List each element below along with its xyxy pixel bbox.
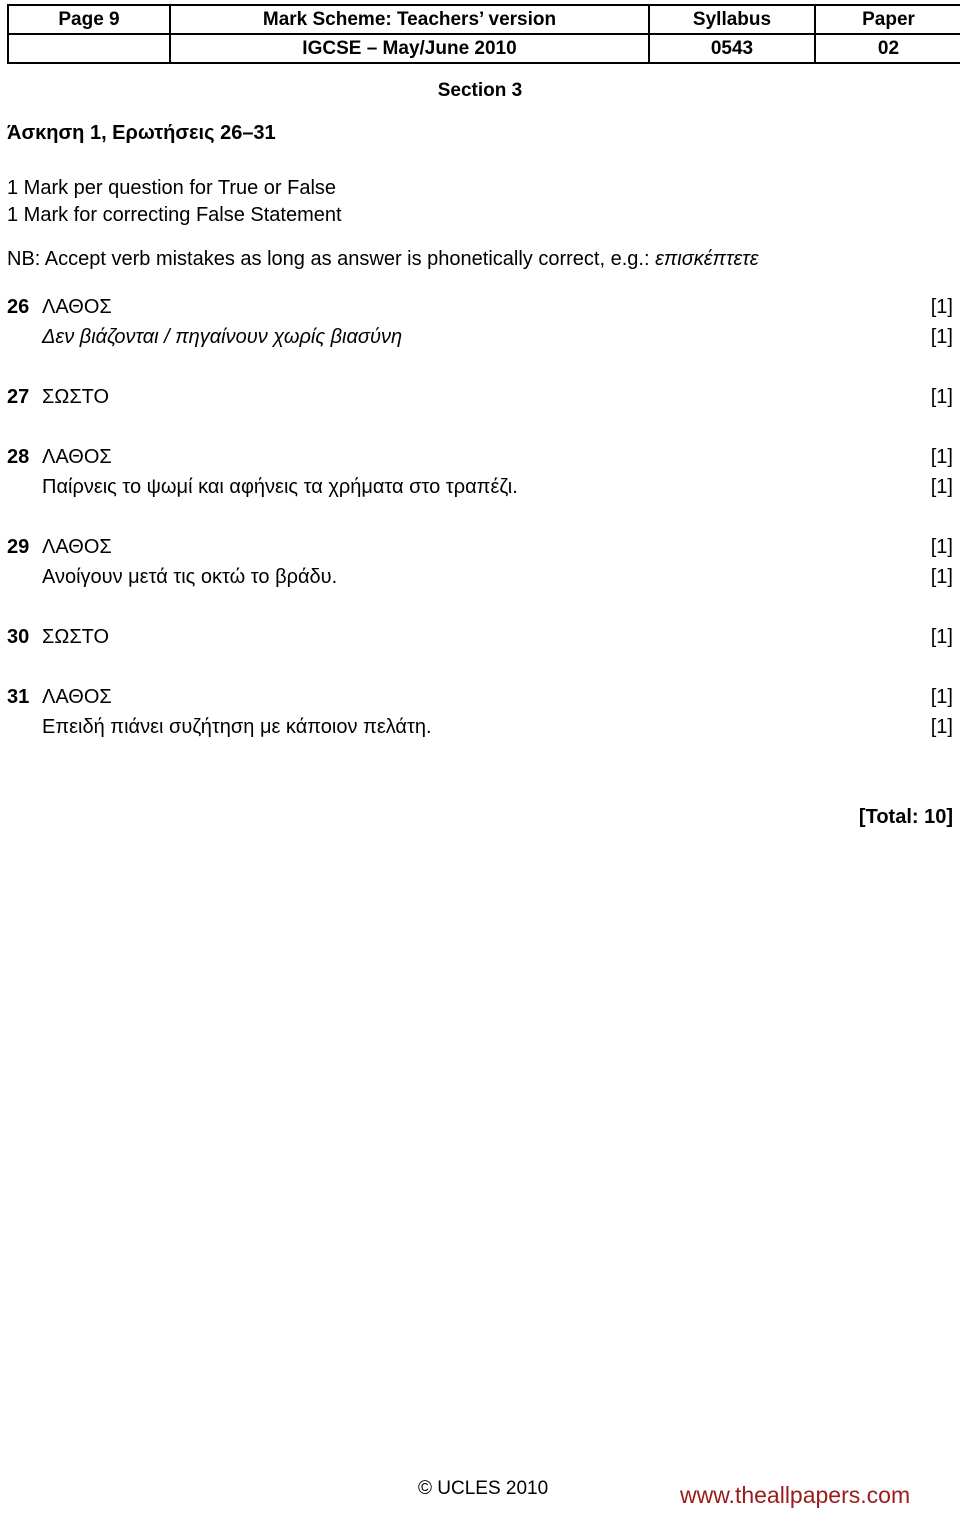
answer-number: 31 — [7, 686, 30, 708]
copyright-notice: © UCLES 2010 — [418, 1478, 549, 1499]
answer-mark: [1] — [930, 536, 953, 558]
answer-value: ΛΑΘΟΣ — [42, 296, 112, 318]
answer-item: 26 ΛΑΘΟΣ [1] Δεν βιάζονται / πηγαίνουν χωρί… — [0, 292, 960, 352]
watermark-url: www.theallpapers.com — [680, 1482, 911, 1508]
header-cell-paper: Paper — [814, 4, 960, 35]
answer-value: ΛΑΘΟΣ — [42, 536, 112, 558]
page-header-table: Page 9 Mark Scheme: Teachers’ version Sy… — [7, 4, 960, 64]
answer-number: 29 — [7, 536, 30, 558]
header-value-exam: IGCSE – May/June 2010 — [169, 33, 650, 64]
answer-row-main: 31 ΛΑΘΟΣ [1] — [0, 682, 960, 712]
nb-note-text: NB: Accept verb mistakes as long as answ… — [7, 248, 656, 270]
answer-row-main: 27 ΣΩΣΤΟ [1] — [0, 382, 960, 412]
instruction-line-1: 1 Mark per question for True or False — [7, 177, 337, 199]
answer-row-main: 30 ΣΩΣΤΟ [1] — [0, 622, 960, 652]
answer-row-main: 29 ΛΑΘΟΣ [1] — [0, 532, 960, 562]
answer-number: 28 — [7, 446, 30, 468]
header-cell-page: Page 9 — [7, 4, 171, 35]
answer-item: 29 ΛΑΘΟΣ [1] Ανοίγουν μετά τις οκτώ το βράδ… — [0, 532, 960, 592]
answer-item: 27 ΣΩΣΤΟ [1] — [0, 382, 960, 412]
section-title: Section 3 — [437, 80, 523, 101]
answer-row-main: 28 ΛΑΘΟΣ [1] — [0, 442, 960, 472]
answer-correction: Παίρνεις το ψωμί και αφήνεις τα χρήματα … — [42, 476, 518, 498]
answer-row-correction: Δεν βιάζονται / πηγαίνουν χωρίς βιασύνη [… — [0, 322, 960, 352]
answer-value: ΣΩΣΤΟ — [42, 386, 110, 408]
correction-mark: [1] — [930, 566, 953, 588]
mark-scheme-page: Page 9 Mark Scheme: Teachers’ version Sy… — [0, 0, 960, 1514]
instruction-line-2: 1 Mark for correcting False Statement — [7, 204, 342, 226]
nb-note-example: επισκέπτετε — [655, 248, 759, 270]
answer-mark: [1] — [930, 296, 953, 318]
answer-value: ΛΑΘΟΣ — [42, 446, 112, 468]
answer-item: 30 ΣΩΣΤΟ [1] — [0, 622, 960, 652]
nb-note: NB: Accept verb mistakes as long as answ… — [7, 248, 759, 271]
header-row-values: IGCSE – May/June 2010 0543 02 — [7, 33, 960, 64]
correction-mark: [1] — [930, 476, 953, 498]
answer-correction: Δεν βιάζονται / πηγαίνουν χωρίς βιασύνη — [42, 326, 403, 348]
instructions-block: 1 Mark per question for True or False 1 … — [7, 175, 342, 229]
correction-mark: [1] — [930, 326, 953, 348]
header-value-syllabus: 0543 — [648, 33, 816, 64]
total-marks: [Total: 10] — [858, 806, 953, 828]
header-cell-scheme: Mark Scheme: Teachers’ version — [169, 4, 650, 35]
answer-row-correction: Ανοίγουν μετά τις οκτώ το βράδυ. [1] — [0, 562, 960, 592]
answer-item: 28 ΛΑΘΟΣ [1] Παίρνεις το ψωμί και αφήνεις τ… — [0, 442, 960, 502]
header-row-titles: Page 9 Mark Scheme: Teachers’ version Sy… — [7, 4, 960, 35]
answer-row-main: 26 ΛΑΘΟΣ [1] — [0, 292, 960, 322]
answer-row-correction: Επειδή πιάνει συζήτηση με κάποιον πελάτη… — [0, 712, 960, 742]
answer-mark: [1] — [930, 686, 953, 708]
answer-number: 30 — [7, 626, 30, 648]
answer-row-correction: Παίρνεις το ψωμί και αφήνεις τα χρήματα … — [0, 472, 960, 502]
answer-value: ΣΩΣΤΟ — [42, 626, 110, 648]
answer-correction: Επειδή πιάνει συζήτηση με κάποιον πελάτη… — [42, 716, 432, 738]
exercise-title: Άσκηση 1, Ερωτήσεις 26–31 — [7, 122, 276, 144]
answers-list: 26 ΛΑΘΟΣ [1] Δεν βιάζονται / πηγαίνουν χωρί… — [0, 292, 960, 772]
header-value-page — [7, 33, 171, 64]
header-cell-syllabus: Syllabus — [648, 4, 816, 35]
answer-value: ΛΑΘΟΣ — [42, 686, 112, 708]
answer-mark: [1] — [930, 386, 953, 408]
answer-mark: [1] — [930, 446, 953, 468]
answer-number: 27 — [7, 386, 30, 408]
header-value-paper: 02 — [814, 33, 960, 64]
answer-mark: [1] — [930, 626, 953, 648]
answer-item: 31 ΛΑΘΟΣ [1] Επειδή πιάνει συζήτηση με κάπο… — [0, 682, 960, 742]
correction-mark: [1] — [930, 716, 953, 738]
answer-number: 26 — [7, 296, 30, 318]
answer-correction: Ανοίγουν μετά τις οκτώ το βράδυ. — [42, 566, 338, 588]
